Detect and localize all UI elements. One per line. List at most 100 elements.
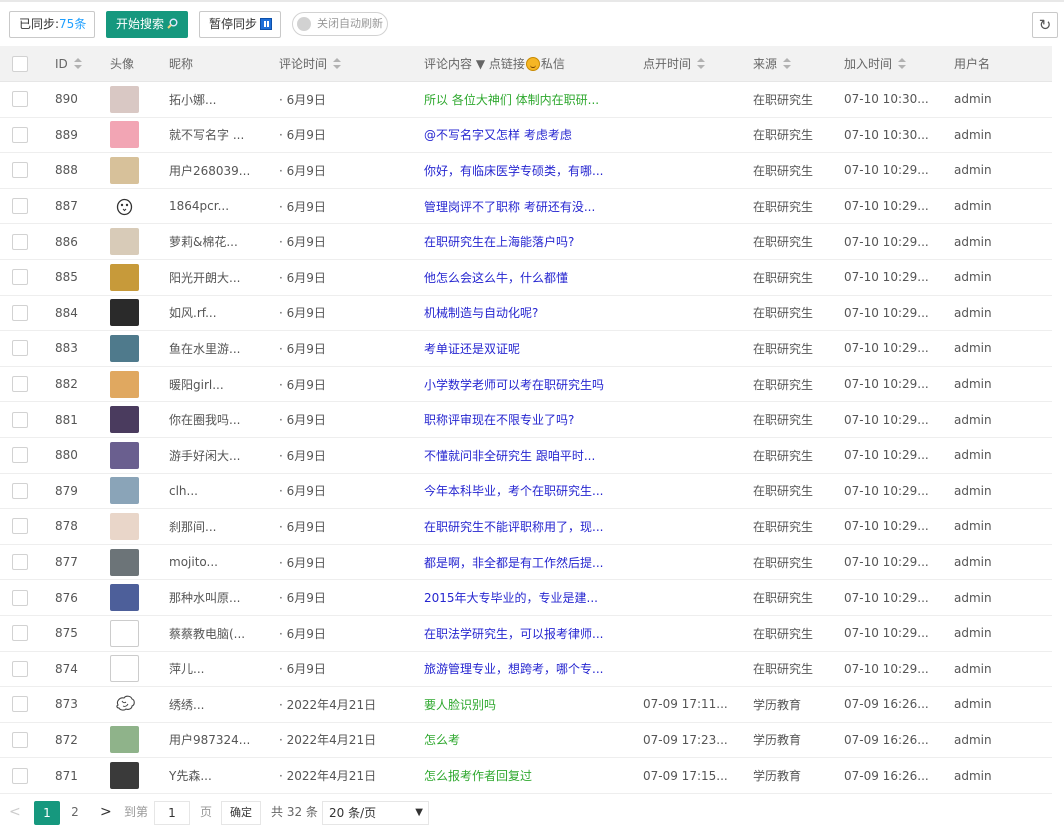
page-2-button[interactable]: 2 bbox=[64, 801, 86, 825]
avatar[interactable] bbox=[110, 512, 139, 540]
auto-refresh-toggle[interactable]: 关闭自动刷新 bbox=[292, 12, 388, 36]
row-checkbox[interactable] bbox=[12, 447, 28, 464]
row-nickname[interactable]: 如风.rf... bbox=[169, 296, 274, 331]
avatar[interactable] bbox=[110, 121, 139, 149]
table-row[interactable]: 889 就不写名字 ... · 6月9日 @不写名字又怎样 考虑考虑 在职研究生 07-1… bbox=[0, 117, 1052, 154]
avatar[interactable] bbox=[110, 441, 139, 469]
row-nickname[interactable]: 蔡蔡教电脑(... bbox=[169, 616, 274, 651]
row-checkbox[interactable] bbox=[12, 660, 28, 677]
avatar[interactable] bbox=[110, 619, 139, 647]
row-comment-link[interactable]: 怎么报考作者回复过 bbox=[424, 758, 634, 793]
sort-icon[interactable] bbox=[333, 57, 342, 70]
pause-sync-button[interactable]: 暂停同步 bbox=[199, 11, 281, 38]
row-comment-link[interactable]: @不写名字又怎样 考虑考虑 bbox=[424, 118, 634, 153]
sort-icon[interactable] bbox=[697, 57, 706, 70]
avatar[interactable] bbox=[110, 228, 139, 256]
avatar[interactable] bbox=[110, 85, 139, 113]
row-checkbox[interactable] bbox=[12, 696, 28, 713]
row-nickname[interactable]: 鱼在水里游... bbox=[169, 331, 274, 366]
confirm-goto-button[interactable]: 确定 bbox=[221, 801, 261, 825]
table-row[interactable]: 882 暖阳girl... · 6月9日 小学数学老师可以考在职研究生吗 在职研究生 07… bbox=[0, 366, 1052, 403]
row-comment-link[interactable]: 在职研究生在上海能落户吗? bbox=[424, 224, 634, 259]
table-row[interactable]: 886 萝莉&棉花... · 6月9日 在职研究生在上海能落户吗? 在职研究生 07-10… bbox=[0, 224, 1052, 260]
row-checkbox[interactable] bbox=[12, 482, 28, 499]
avatar[interactable] bbox=[110, 193, 139, 220]
header-source[interactable]: 来源 bbox=[753, 46, 838, 81]
row-checkbox[interactable] bbox=[12, 518, 28, 535]
table-row[interactable]: 872 用户987324... · 2022年4月21日 怎么考 07-09 17:23… bbox=[0, 722, 1052, 759]
row-checkbox[interactable] bbox=[12, 554, 28, 571]
avatar[interactable] bbox=[110, 477, 139, 505]
row-checkbox[interactable] bbox=[12, 376, 28, 393]
table-row[interactable]: 881 你在圈我吗... · 6月9日 职称评审现在不限专业了吗? 在职研究生 07-10… bbox=[0, 402, 1052, 438]
table-row[interactable]: 871 Y先森... · 2022年4月21日 怎么报考作者回复过 07-09 17:1… bbox=[0, 758, 1052, 794]
row-nickname[interactable]: 拓小娜... bbox=[169, 82, 274, 117]
avatar[interactable] bbox=[110, 263, 139, 291]
header-comment-time[interactable]: 评论时间 bbox=[279, 46, 419, 81]
row-nickname[interactable]: 那种水叫原... bbox=[169, 580, 274, 615]
row-nickname[interactable]: 用户268039... bbox=[169, 153, 274, 188]
row-comment-link[interactable]: 今年本科毕业，考个在职研究生... bbox=[424, 474, 634, 509]
row-nickname[interactable]: 暖阳girl... bbox=[169, 367, 274, 402]
table-row[interactable]: 883 鱼在水里游... · 6月9日 考单证还是双证呢 在职研究生 07-10 10:2… bbox=[0, 331, 1052, 367]
avatar[interactable] bbox=[110, 691, 139, 718]
row-checkbox[interactable] bbox=[12, 233, 28, 250]
row-comment-link[interactable]: 机械制造与自动化呢? bbox=[424, 296, 634, 331]
page-size-select[interactable]: 20 条/页 ▼ bbox=[322, 801, 429, 825]
row-checkbox[interactable] bbox=[12, 731, 28, 748]
table-row[interactable]: 874 萍儿... · 6月9日 旅游管理专业，想跨考，哪个专... 在职研究生 07-1… bbox=[0, 651, 1052, 688]
avatar[interactable] bbox=[110, 584, 139, 612]
row-checkbox[interactable] bbox=[12, 198, 28, 215]
table-row[interactable]: 876 那种水叫原... · 6月9日 2015年大专毕业的，专业是建... 在职研究生… bbox=[0, 580, 1052, 616]
row-nickname[interactable]: 刹那间... bbox=[169, 509, 274, 544]
avatar[interactable] bbox=[110, 299, 139, 327]
row-comment-link[interactable]: 都是啊，非全都是有工作然后提... bbox=[424, 545, 634, 580]
row-nickname[interactable]: mojito... bbox=[169, 545, 274, 580]
table-row[interactable]: 890 拓小娜... · 6月9日 所以 各位大神们 体制内在职研... 在职研究生 07… bbox=[0, 82, 1052, 118]
table-row[interactable]: 877 mojito... · 6月9日 都是啊，非全都是有工作然后提... 在职研究生… bbox=[0, 544, 1052, 581]
row-nickname[interactable]: Y先森... bbox=[169, 758, 274, 793]
row-comment-link[interactable]: 管理岗评不了职称 考研还有没... bbox=[424, 189, 634, 224]
table-row[interactable]: 887 1864pcr... · 6月9日 管理岗评不了职称 考研还有没... 在职研究… bbox=[0, 188, 1052, 225]
avatar[interactable] bbox=[110, 406, 139, 434]
sort-icon[interactable] bbox=[783, 57, 792, 70]
refresh-button[interactable]: ↻ bbox=[1032, 12, 1058, 38]
row-comment-link[interactable]: 他怎么会这么牛，什么都懂 bbox=[424, 260, 634, 295]
table-row[interactable]: 875 蔡蔡教电脑(... · 6月9日 在职法学研究生，可以报考律师... 在职研究生… bbox=[0, 615, 1052, 652]
goto-page-input[interactable]: 1 bbox=[154, 801, 190, 825]
table-row[interactable]: 873 绣绣... · 2022年4月21日 要人脸识别吗 07-09 17:11...… bbox=[0, 687, 1052, 723]
row-nickname[interactable]: 就不写名字 ... bbox=[169, 118, 274, 153]
header-id[interactable]: ID bbox=[55, 46, 95, 81]
row-comment-link[interactable]: 考单证还是双证呢 bbox=[424, 331, 634, 366]
row-comment-link[interactable]: 在职法学研究生，可以报考律师... bbox=[424, 616, 634, 651]
table-row[interactable]: 884 如风.rf... · 6月9日 机械制造与自动化呢? 在职研究生 07-10 10… bbox=[0, 295, 1052, 332]
row-checkbox[interactable] bbox=[12, 269, 28, 286]
row-checkbox[interactable] bbox=[12, 767, 28, 784]
prev-page-button[interactable]: < bbox=[9, 801, 21, 825]
row-comment-link[interactable]: 职称评审现在不限专业了吗? bbox=[424, 402, 634, 437]
table-row[interactable]: 880 游手好闲大... · 6月9日 不懂就问非全研究生 跟咱平时... 在职研究生 0… bbox=[0, 437, 1052, 474]
row-comment-link[interactable]: 怎么考 bbox=[424, 723, 634, 758]
avatar[interactable] bbox=[110, 156, 139, 184]
row-nickname[interactable]: 萍儿... bbox=[169, 652, 274, 687]
row-comment-link[interactable]: 2015年大专毕业的，专业是建... bbox=[424, 580, 634, 615]
row-checkbox[interactable] bbox=[12, 162, 28, 179]
row-comment-link[interactable]: 旅游管理专业，想跨考，哪个专... bbox=[424, 652, 634, 687]
row-nickname[interactable]: 你在圈我吗... bbox=[169, 402, 274, 437]
avatar[interactable] bbox=[110, 370, 139, 398]
sort-icon[interactable] bbox=[898, 57, 907, 70]
row-nickname[interactable]: 游手好闲大... bbox=[169, 438, 274, 473]
select-all-checkbox[interactable] bbox=[12, 55, 28, 72]
avatar[interactable] bbox=[110, 334, 139, 362]
header-content[interactable]: 评论内容 ▼ 点链接 私信 bbox=[424, 46, 634, 81]
row-comment-link[interactable]: 不懂就问非全研究生 跟咱平时... bbox=[424, 438, 634, 473]
row-nickname[interactable]: 用户987324... bbox=[169, 723, 274, 758]
avatar[interactable] bbox=[110, 762, 139, 790]
avatar[interactable] bbox=[110, 548, 139, 576]
synced-count-button[interactable]: 已同步:75条 bbox=[9, 11, 95, 38]
row-nickname[interactable]: 萝莉&棉花... bbox=[169, 224, 274, 259]
row-comment-link[interactable]: 你好，有临床医学专硕类，有哪... bbox=[424, 153, 634, 188]
row-checkbox[interactable] bbox=[12, 304, 28, 321]
header-join-time[interactable]: 加入时间 bbox=[844, 46, 948, 81]
row-nickname[interactable]: 阳光开朗大... bbox=[169, 260, 274, 295]
